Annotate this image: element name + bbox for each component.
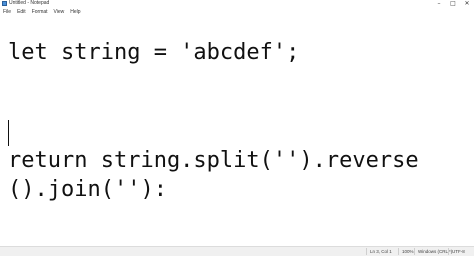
window-title: Untitled - Notepad bbox=[9, 0, 50, 6]
cursor-position: Ln 3, Col 1 bbox=[366, 248, 392, 255]
menu-view[interactable]: View bbox=[54, 9, 65, 16]
line-ending: Windows (CRLF) bbox=[414, 248, 452, 255]
menu-bar: File Edit Format View Help bbox=[0, 8, 474, 16]
menu-file[interactable]: File bbox=[3, 9, 11, 16]
menu-edit[interactable]: Edit bbox=[17, 9, 26, 16]
text-editor[interactable]: let string = 'abcdef'; return string.spl… bbox=[0, 16, 474, 246]
text-caret bbox=[8, 120, 9, 146]
menu-help[interactable]: Help bbox=[70, 9, 80, 16]
notepad-window: Untitled - Notepad – □ ✕ File Edit Forma… bbox=[0, 0, 474, 256]
title-bar: Untitled - Notepad – □ ✕ bbox=[0, 0, 474, 8]
encoding: UTF-8 bbox=[448, 248, 465, 255]
code-line-2: return string.split('').reverse bbox=[8, 148, 419, 173]
zoom-level: 100% bbox=[398, 248, 414, 255]
notepad-icon bbox=[2, 1, 7, 6]
code-line-1: let string = 'abcdef'; bbox=[8, 40, 300, 65]
menu-format[interactable]: Format bbox=[32, 9, 48, 16]
window-controls: – □ ✕ bbox=[432, 0, 474, 8]
maximize-button[interactable]: □ bbox=[446, 0, 460, 8]
minimize-button[interactable]: – bbox=[432, 0, 446, 8]
status-bar: Ln 3, Col 1 100% Windows (CRLF) UTF-8 bbox=[0, 246, 474, 256]
close-button[interactable]: ✕ bbox=[460, 0, 474, 8]
code-line-3: ().join(''): bbox=[8, 177, 167, 202]
